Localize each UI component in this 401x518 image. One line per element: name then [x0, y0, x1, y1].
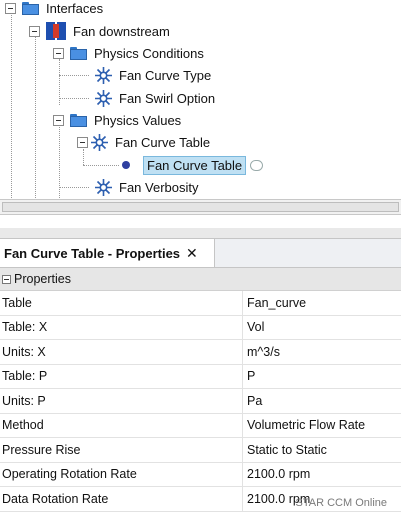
tree-item-fan-curve-table-value[interactable]: Fan Curve Table — [118, 154, 264, 176]
tree-item-interfaces[interactable]: Interfaces — [5, 0, 103, 19]
collapse-toggle[interactable] — [53, 114, 64, 126]
tree-item-fan-downstream[interactable]: Fan downstream — [29, 20, 170, 42]
property-row[interactable]: Method Volumetric Flow Rate — [0, 413, 401, 438]
tree-item-physics-conditions[interactable]: Physics Conditions — [53, 42, 204, 64]
fan-property-icon — [95, 178, 112, 196]
property-row[interactable]: Units: Xm^3/s — [0, 340, 401, 365]
tree-connector — [83, 165, 119, 166]
tree-item-label: Fan Curve Table — [115, 134, 211, 150]
property-value[interactable]: Pa — [243, 394, 262, 408]
property-row[interactable]: Table Fan_curve — [0, 291, 401, 316]
tree-item-label: Fan Verbosity — [119, 179, 199, 195]
simulation-tree: Interfaces Fan downstream Physics Condit… — [0, 0, 401, 200]
section-label: Properties — [14, 272, 71, 286]
property-grid: Table Fan_curve Table: X Vol Units: Xm^3/s… — [0, 291, 401, 512]
scrollbar-thumb[interactable] — [2, 202, 399, 212]
tree-item-physics-values[interactable]: Physics Values — [53, 109, 181, 131]
property-name: Pressure Rise — [0, 438, 243, 462]
property-name: Data Rotation Rate — [0, 487, 243, 511]
watermark-text: STAR CCM Online — [295, 497, 387, 509]
value-dot-icon — [122, 161, 130, 169]
properties-tab[interactable]: Fan Curve Table - Properties ✕ — [0, 239, 215, 267]
property-value[interactable]: 2100.0 rpm — [243, 467, 310, 481]
properties-section-header[interactable]: Properties — [0, 268, 401, 291]
property-name: Table — [0, 291, 243, 315]
tree-item-label: Physics Conditions — [94, 45, 204, 61]
tree-connector — [59, 98, 89, 99]
fan-property-icon — [95, 89, 112, 107]
horizontal-scrollbar[interactable] — [0, 199, 401, 215]
tree-connector — [59, 187, 89, 188]
property-row[interactable]: Operating Rotation Rate 2100.0 rpm — [0, 462, 401, 487]
comment-icon[interactable] — [250, 159, 264, 171]
property-name: Table: X — [0, 315, 243, 339]
properties-tab-title: Fan Curve Table - Properties — [4, 245, 181, 261]
tree-connector — [59, 75, 89, 76]
collapse-toggle[interactable] — [77, 136, 88, 148]
tree-item-fan-curve-table[interactable]: Fan Curve Table — [77, 131, 210, 153]
properties-panel: Fan Curve Table - Properties ✕ Propertie… — [0, 238, 401, 518]
tree-connector — [59, 127, 60, 200]
property-row[interactable]: Table: X Vol — [0, 315, 401, 340]
property-name: Table: P — [0, 364, 243, 388]
boundary-icon — [46, 22, 66, 40]
property-row[interactable]: Units: P Pa — [0, 389, 401, 414]
panel-splitter[interactable] — [0, 228, 401, 238]
tree-item-label: Fan downstream — [73, 23, 170, 39]
fan-property-icon — [91, 133, 108, 151]
property-value[interactable]: Volumetric Flow Rate — [243, 418, 365, 432]
property-value[interactable]: Vol — [243, 320, 264, 334]
tree-item-label: Physics Values — [94, 112, 182, 128]
collapse-toggle[interactable] — [5, 2, 16, 14]
property-row[interactable]: Pressure Rise Static to Static — [0, 438, 401, 463]
collapse-toggle[interactable] — [53, 47, 64, 59]
property-name: Units: X — [0, 340, 243, 364]
properties-tabbar: Fan Curve Table - Properties ✕ — [0, 239, 401, 268]
tree-item-fan-curve-type[interactable]: Fan Curve Type — [94, 64, 211, 86]
property-value[interactable]: P — [243, 369, 255, 383]
folder-icon — [70, 113, 87, 127]
property-value[interactable]: Fan_curve — [243, 296, 306, 310]
property-name: Operating Rotation Rate — [0, 462, 243, 486]
tree-item-label: Fan Swirl Option — [119, 90, 216, 106]
tree-connector — [11, 9, 12, 200]
property-value[interactable]: Static to Static — [243, 443, 327, 457]
property-name: Units: P — [0, 389, 243, 413]
collapse-toggle[interactable] — [2, 274, 11, 284]
folder-icon — [22, 1, 39, 15]
tree-item-label: Fan Curve Type — [119, 67, 212, 83]
property-name: Method — [0, 413, 243, 437]
collapse-toggle[interactable] — [29, 25, 40, 37]
tree-item-label-selected[interactable]: Fan Curve Table — [143, 155, 247, 175]
tree-item-fan-verbosity[interactable]: Fan Verbosity — [94, 176, 199, 198]
tree-item-label: Interfaces — [46, 0, 104, 16]
fan-property-icon — [95, 66, 112, 84]
property-value[interactable]: m^3/s — [243, 345, 280, 359]
folder-icon — [70, 46, 87, 60]
tree-item-fan-swirl-option[interactable]: Fan Swirl Option — [94, 87, 215, 109]
close-icon[interactable]: ✕ — [186, 245, 198, 262]
tree-connector — [35, 37, 36, 200]
property-row[interactable]: Table: PP — [0, 364, 401, 389]
